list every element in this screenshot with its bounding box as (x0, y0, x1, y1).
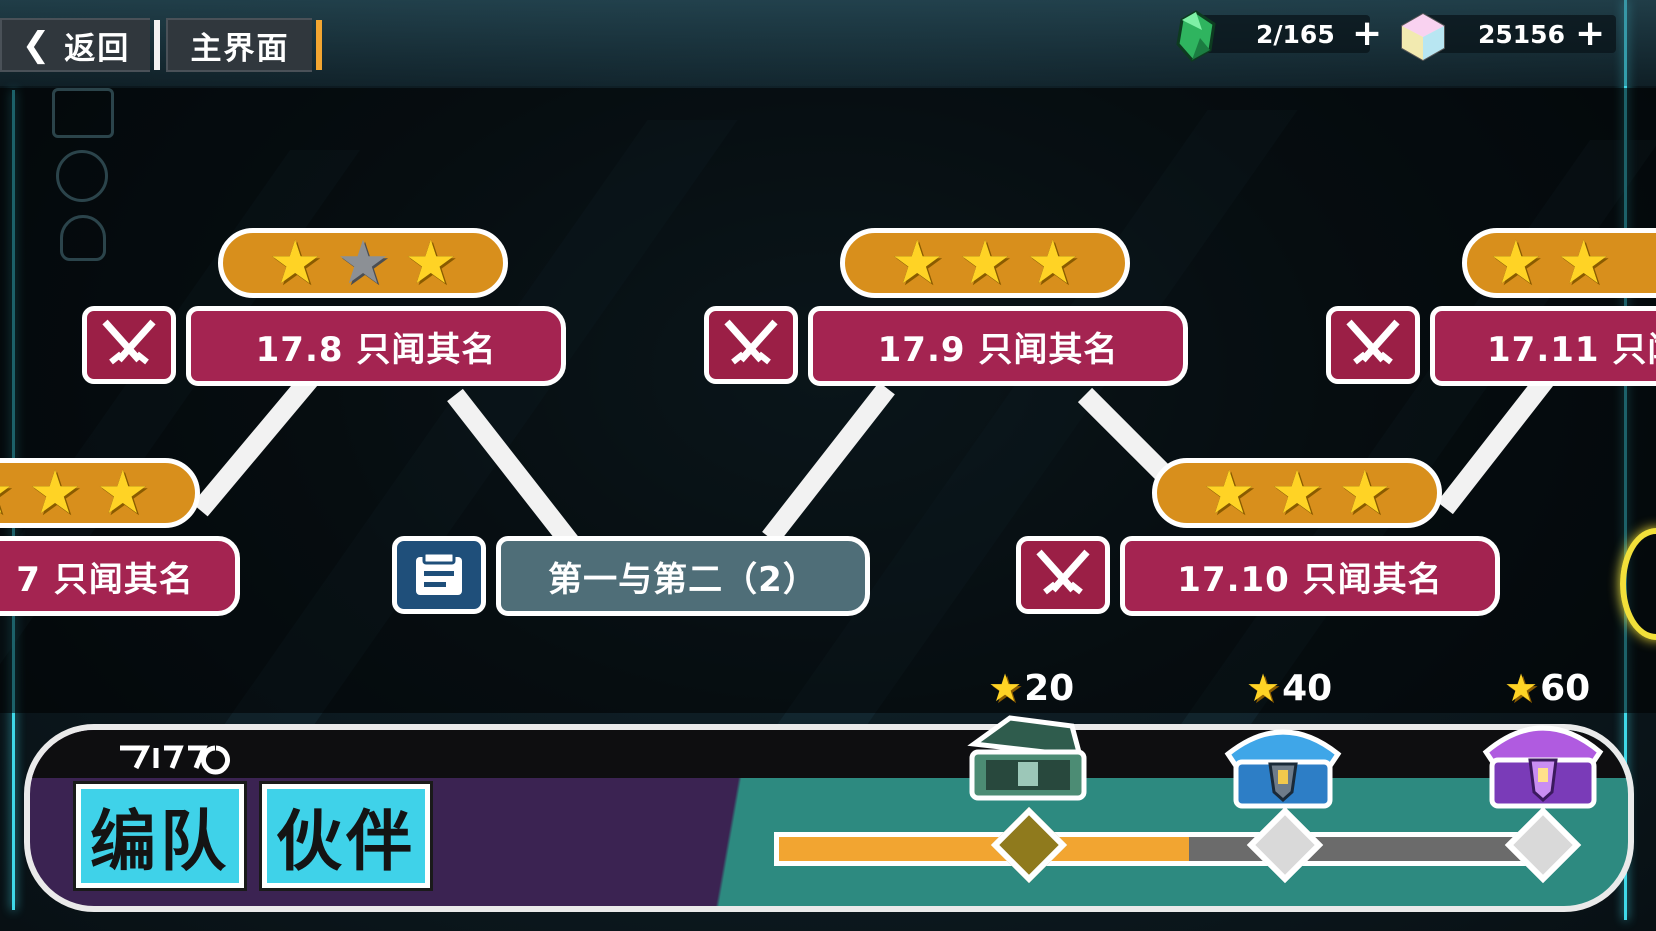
document-icon (392, 536, 486, 614)
stamina-resource: 2/165 (1170, 10, 1370, 62)
star-icon: ★ (95, 458, 150, 528)
stage-stars: ★ ★ ★ (1152, 458, 1442, 528)
prism-cube-icon (1401, 12, 1445, 62)
stage-label[interactable]: 17.8 只闻其名 (186, 306, 566, 386)
star-empty-icon: ★ (336, 228, 390, 298)
star-icon: ★ (1489, 228, 1543, 298)
crossed-swords-icon (704, 306, 798, 384)
star-progress-fill (779, 837, 1190, 861)
stage-label[interactable]: 第一与第二（2） (496, 536, 870, 616)
home-label: 主界面 (190, 30, 290, 67)
star-icon: ★ (1556, 228, 1611, 298)
currency-value: 25156 (1478, 20, 1565, 49)
add-stamina-button[interactable]: + (1352, 16, 1382, 52)
partner-button[interactable]: 伙伴 (259, 781, 433, 891)
back-button[interactable]: ❮ 返回 (0, 18, 160, 72)
star-icon: ★ (890, 228, 945, 298)
back-label: 返回 (64, 30, 131, 67)
stage-title: 7 只闻其名 (16, 559, 194, 600)
formation-button[interactable]: 编队 (73, 781, 247, 891)
stage-label[interactable]: 17.11 只闻 (1430, 306, 1656, 386)
star-icon: ★ (1337, 458, 1392, 528)
home-accent (316, 20, 322, 70)
star-icon: ★ (1270, 458, 1324, 528)
green-chest-icon[interactable] (960, 704, 1092, 808)
star-icon: ★ (28, 458, 82, 528)
star-icon: ★ (0, 463, 14, 523)
star-icon: ★ (268, 228, 323, 298)
panel-header (30, 730, 1628, 778)
reward-cost-value: 20 (1024, 667, 1075, 709)
stage-label[interactable]: 17.10 只闻其名 (1120, 536, 1500, 616)
stage-stars: ★ ★ ★ (0, 458, 200, 528)
shield-icon (56, 150, 108, 202)
camera-icon (52, 88, 114, 138)
back-accent (154, 20, 160, 70)
crossed-swords-icon (1016, 536, 1110, 614)
game-screen: ❮ 返回 主界面 2/165 + 25156 + ★ ★ 7 只闻其名 ★ ★ … (0, 0, 1656, 931)
star-icon: ★ (1025, 228, 1080, 298)
stage-label[interactable]: 17.9 只闻其名 (808, 306, 1188, 386)
crossed-swords-icon (82, 306, 176, 384)
stage-stars: ★ ★ (1462, 228, 1656, 298)
game-logo (120, 745, 230, 775)
stamina-value: 2/165 (1256, 20, 1335, 49)
star-icon: ★ (403, 228, 458, 298)
purple-chest-icon[interactable] (1476, 704, 1610, 816)
add-currency-button[interactable]: + (1575, 16, 1605, 52)
star-icon: ★ (958, 228, 1012, 298)
stage-stars: ★ ★ ★ (218, 228, 508, 298)
reward-cost-value: 40 (1282, 667, 1333, 709)
crossed-swords-icon (1326, 306, 1420, 384)
star-icon: ★ (1202, 458, 1257, 528)
reward-cost-40: ★ 40 (1246, 666, 1332, 710)
star-icon: ★ (1246, 666, 1281, 710)
home-button[interactable]: 主界面 (166, 18, 322, 72)
blue-chest-icon[interactable] (1218, 706, 1348, 816)
green-crystal-icon (1176, 10, 1216, 62)
chevron-left-icon: ❮ (21, 25, 53, 65)
stage-map-area (0, 88, 1656, 713)
reward-cost-value: 60 (1540, 667, 1591, 709)
stage-stars: ★ ★ ★ (840, 228, 1130, 298)
star-progress-bar (774, 832, 1530, 866)
user-icon (60, 215, 106, 261)
stage-label[interactable]: 7 只闻其名 (0, 536, 240, 616)
